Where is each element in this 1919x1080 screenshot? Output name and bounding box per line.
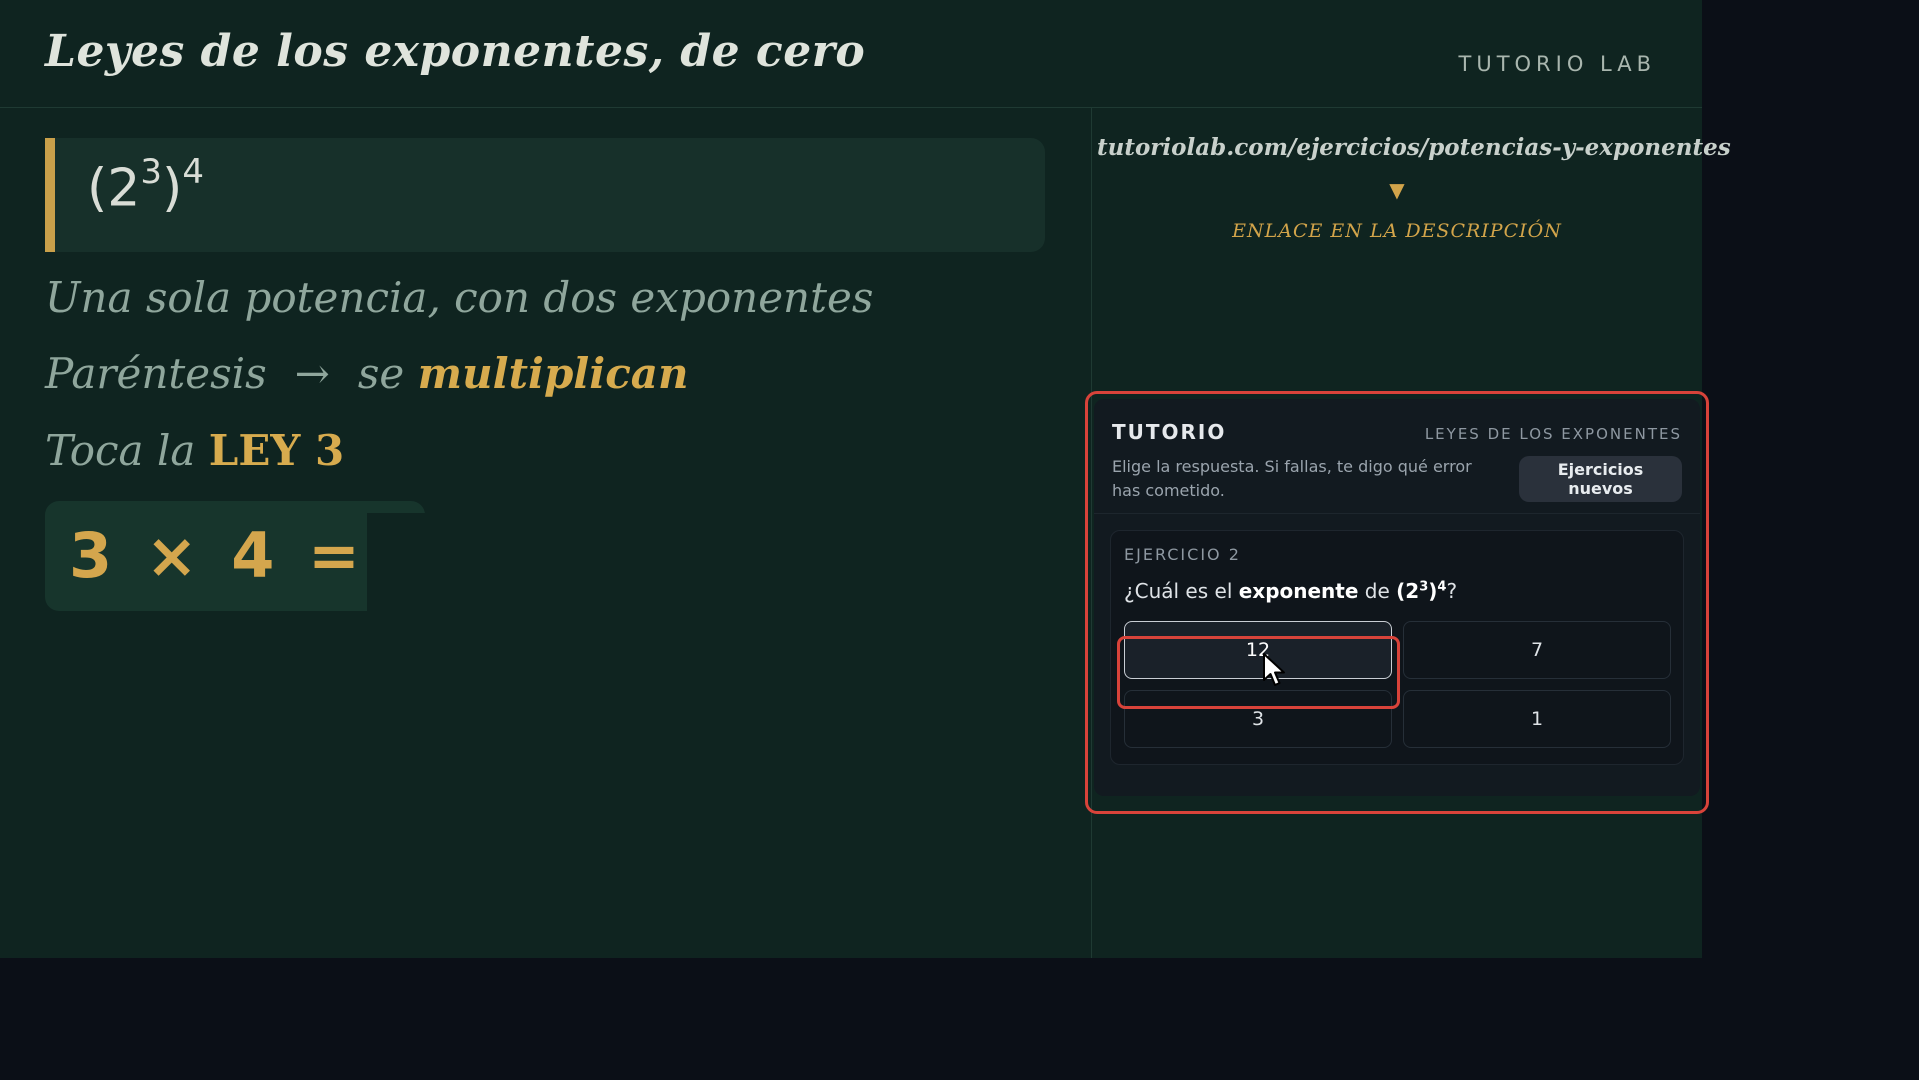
explanation-line-1: Una sola potencia, con dos exponentes xyxy=(45,273,874,322)
formula-base: (2 xyxy=(87,158,141,219)
explanation-line-3: Toca la LEY 3 xyxy=(45,426,344,475)
question-expression: (23)4 xyxy=(1396,579,1446,603)
exercise-url: tutoriolab.com/ejercicios/potencias-y-ex… xyxy=(1097,134,1731,161)
question-suffix: ? xyxy=(1446,579,1458,603)
calculation-reveal-mask xyxy=(367,513,457,613)
line2-prefix: Paréntesis xyxy=(45,349,267,398)
question-text: ¿Cuál es el exponente de (23)4? xyxy=(1124,579,1457,603)
down-arrow-icon: ▼ xyxy=(1389,178,1405,202)
panel-title: TUTORIO xyxy=(1112,420,1227,444)
question-keyword: exponente xyxy=(1238,579,1359,603)
lesson-title: Leyes de los exponentes, de cero xyxy=(45,26,866,77)
link-note: ENLACE EN LA DESCRIPCIÓN xyxy=(1232,220,1562,242)
formula-inner-exponent: 3 xyxy=(140,152,163,192)
mouse-pointer-icon xyxy=(1262,652,1288,692)
question-expr-inner: 3 xyxy=(1419,579,1429,595)
panel-subtitle: LEYES DE LOS EXPONENTES xyxy=(1424,425,1682,443)
lesson-header: Leyes de los exponentes, de cero TUTORIO… xyxy=(0,0,1702,108)
panel-instructions: Elige la respuesta. Si fallas, te digo q… xyxy=(1112,457,1472,500)
line3-highlight: LEY 3 xyxy=(208,426,345,475)
explanation-line-2: Paréntesis → se multiplican xyxy=(45,349,689,398)
formula-outer-exponent: 4 xyxy=(182,152,204,192)
formula-box: (23)4 xyxy=(45,138,1045,252)
answer-option-1[interactable]: 1 xyxy=(1403,690,1671,748)
brand-name: TUTORIO LAB xyxy=(1458,52,1656,76)
line2-mid: se xyxy=(357,349,405,398)
answer-highlight-frame xyxy=(1117,636,1400,709)
exercise-label: EJERCICIO 2 xyxy=(1124,545,1241,564)
new-exercises-button[interactable]: Ejercicios nuevos xyxy=(1519,456,1682,502)
formula-close-paren: ) xyxy=(162,158,183,219)
answer-option-7[interactable]: 7 xyxy=(1403,621,1671,679)
line3-prefix: Toca la xyxy=(45,426,196,475)
tutorio-panel: TUTORIO LEYES DE LOS EXPONENTES Elige la… xyxy=(1094,399,1700,796)
formula: (23)4 xyxy=(87,152,204,219)
question-mid: de xyxy=(1364,579,1390,603)
arrow-right-icon: → xyxy=(294,349,330,398)
question-expr-base: (2 xyxy=(1396,579,1420,603)
panel-separator xyxy=(1094,513,1700,514)
question-prefix: ¿Cuál es el xyxy=(1124,579,1233,603)
line2-highlight: multiplican xyxy=(417,349,689,398)
